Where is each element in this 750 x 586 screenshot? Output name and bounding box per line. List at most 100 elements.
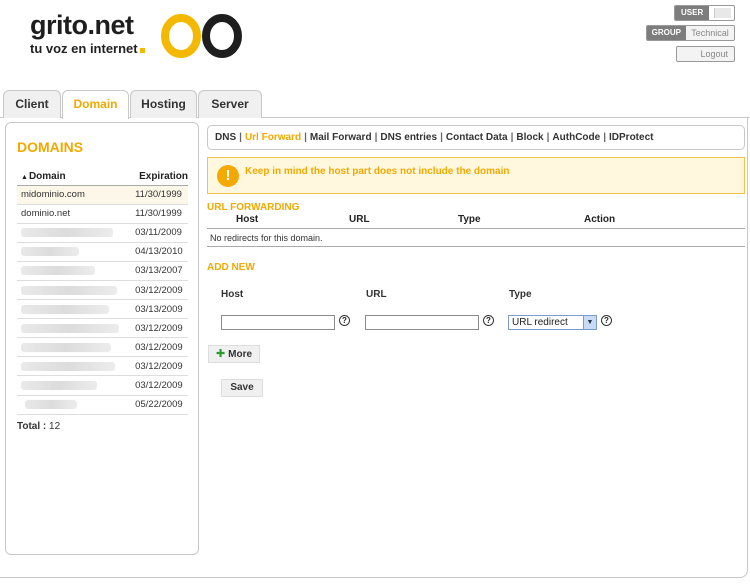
domain-cell[interactable] xyxy=(17,337,132,358)
col-host: Host xyxy=(236,214,259,225)
expiration-cell: 03/12/2009 xyxy=(131,318,188,339)
tab-server[interactable]: Server xyxy=(198,90,262,118)
domain-cell[interactable] xyxy=(17,356,132,377)
url-help-icon[interactable]: ? xyxy=(483,315,494,326)
table-row[interactable]: 03/11/2009 xyxy=(17,223,188,243)
tab-domain[interactable]: Domain xyxy=(62,90,129,119)
group-value[interactable]: Technical xyxy=(686,26,734,40)
tab-client[interactable]: Client xyxy=(3,90,61,118)
table-row[interactable]: dominio.net 11/30/1999 xyxy=(17,204,188,224)
host-help-icon[interactable]: ? xyxy=(339,315,350,326)
domain-cell[interactable]: dominio.net xyxy=(17,204,132,224)
subnav-separator: | xyxy=(546,132,550,143)
save-button[interactable]: Save xyxy=(221,379,263,397)
info-alert: ! Keep in mind the host part does not in… xyxy=(207,157,745,194)
table-row[interactable]: 04/13/2010 xyxy=(17,242,188,262)
type-select-value: URL redirect xyxy=(512,317,568,328)
type-select[interactable]: URL redirect ▼ xyxy=(508,315,597,330)
user-indicator: USER xyxy=(674,5,735,21)
subnav-idprotect[interactable]: IDProtect xyxy=(609,132,653,143)
user-label: USER xyxy=(675,6,710,20)
more-button[interactable]: ✚ More xyxy=(208,345,260,363)
subnav-block[interactable]: Block xyxy=(516,132,543,143)
bottom-rule xyxy=(0,577,205,578)
table-row[interactable]: 03/13/2007 xyxy=(17,261,188,281)
redacted-domain xyxy=(21,266,95,276)
group-selector[interactable]: GROUP Technical xyxy=(645,25,735,41)
warning-icon: ! xyxy=(217,165,239,187)
total-count: 12 xyxy=(49,421,61,432)
domain-cell[interactable] xyxy=(17,318,132,339)
type-label: Type xyxy=(509,289,532,300)
expiration-cell: 11/30/1999 xyxy=(131,185,188,205)
domain-cell[interactable]: midominio.com xyxy=(17,185,132,205)
tab-hosting[interactable]: Hosting xyxy=(130,90,197,118)
domain-cell[interactable] xyxy=(17,375,132,396)
subnav-contact-data[interactable]: Contact Data xyxy=(446,132,508,143)
table-row[interactable]: 03/12/2009 xyxy=(17,356,188,377)
group-label: GROUP xyxy=(646,26,686,40)
expiration-cell: 03/12/2009 xyxy=(131,375,188,396)
col-type: Type xyxy=(458,214,481,225)
redacted-domain xyxy=(21,380,97,390)
subnav-dns[interactable]: DNS xyxy=(215,132,236,143)
sort-icon[interactable]: ▲ xyxy=(21,174,28,181)
redacted-domain xyxy=(21,342,111,352)
domains-total: Total : 12 xyxy=(17,421,61,432)
domain-cell[interactable] xyxy=(17,242,132,262)
more-label: More xyxy=(228,349,253,360)
redacted-domain xyxy=(21,247,79,257)
logo-tagline: tu voz en internet xyxy=(30,41,145,56)
expiration-cell: 03/12/2009 xyxy=(131,280,188,301)
domain-cell[interactable] xyxy=(17,261,132,281)
logout-button[interactable]: Logout xyxy=(676,46,735,62)
domain-cell[interactable] xyxy=(17,280,132,301)
add-new-title: ADD NEW xyxy=(207,262,255,273)
redacted-domain xyxy=(21,285,117,295)
chevron-down-icon[interactable]: ▼ xyxy=(583,316,596,329)
domain-column-header[interactable]: ▲Domain xyxy=(17,168,132,186)
type-help-icon[interactable]: ? xyxy=(601,315,612,326)
col-url: URL xyxy=(349,214,370,225)
logo: grito.net tu voz en internet xyxy=(30,10,145,56)
subnav-separator: | xyxy=(603,132,607,143)
table-row[interactable]: 03/12/2009 xyxy=(17,375,188,396)
domain-cell[interactable] xyxy=(17,223,132,243)
table-row[interactable]: midominio.com 11/30/1999 xyxy=(17,185,188,205)
expiration-cell: 05/22/2009 xyxy=(131,395,188,415)
url-label: URL xyxy=(366,289,387,300)
domains-panel: DOMAINS ▲Domain Expiration midominio.com… xyxy=(5,122,199,555)
alert-text: Keep in mind the host part does not incl… xyxy=(245,166,510,177)
redacted-domain xyxy=(21,228,113,238)
expiration-column-header[interactable]: Expiration xyxy=(131,168,188,186)
subnav-url-forward[interactable]: Url Forward xyxy=(245,132,301,143)
domain-cell[interactable] xyxy=(17,299,132,320)
expiration-cell: 04/13/2010 xyxy=(131,242,188,262)
url-forwarding-header: Host URL Type Action xyxy=(207,212,745,229)
subnav-mail-forward[interactable]: Mail Forward xyxy=(310,132,372,143)
table-row[interactable]: 03/12/2009 xyxy=(17,337,188,358)
expiration-cell: 03/13/2009 xyxy=(131,299,188,320)
table-row[interactable]: 03/12/2009 xyxy=(17,280,188,301)
domain-cell[interactable] xyxy=(17,395,132,415)
expiration-cell: 03/12/2009 xyxy=(131,356,188,377)
redacted-domain xyxy=(21,304,109,314)
table-row[interactable]: 03/12/2009 xyxy=(17,318,188,339)
logo-square-icon xyxy=(139,48,145,53)
subnav-separator: | xyxy=(304,132,307,143)
domains-title: DOMAINS xyxy=(17,139,84,155)
subnav-separator: | xyxy=(510,132,514,143)
logo-name: grito.net xyxy=(30,10,134,40)
logo-mark-icon xyxy=(161,14,242,58)
expiration-cell: 03/11/2009 xyxy=(131,223,188,243)
redacted-domain xyxy=(21,361,115,371)
table-row[interactable]: 03/13/2009 xyxy=(17,299,188,320)
host-input[interactable] xyxy=(221,315,335,330)
subnav-authcode[interactable]: AuthCode xyxy=(552,132,600,143)
url-input[interactable] xyxy=(365,315,479,330)
expiration-cell: 03/13/2007 xyxy=(131,261,188,281)
subnav-dns-entries[interactable]: DNS entries xyxy=(380,132,437,143)
domain-column-label: Domain xyxy=(28,170,66,182)
main-tabs: Client Domain Hosting Server xyxy=(3,90,263,119)
table-row[interactable]: 05/22/2009 xyxy=(17,395,188,415)
